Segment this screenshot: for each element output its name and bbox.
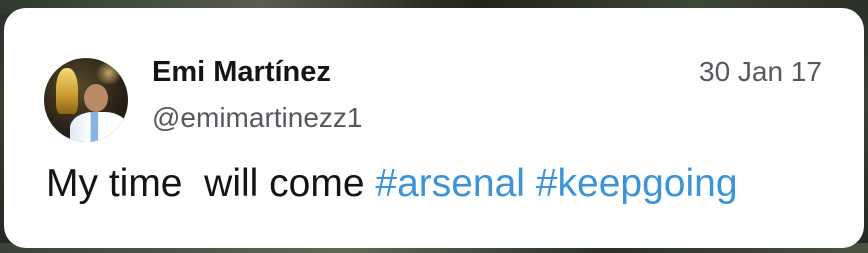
tweet-date[interactable]: 30 Jan 17 — [699, 56, 822, 88]
display-name[interactable]: Emi Martínez — [152, 56, 331, 89]
hashtag-keepgoing[interactable]: #keepgoing — [536, 162, 738, 205]
hashtag-separator — [525, 162, 536, 205]
hashtag-arsenal[interactable]: #arsenal — [375, 162, 525, 205]
user-handle[interactable]: @emimartinezz1 — [152, 102, 362, 134]
trophy-icon — [56, 68, 78, 114]
tweet-text: My time will come #arsenal #keepgoing — [46, 162, 738, 206]
avatar[interactable] — [44, 58, 128, 142]
tweet-body: My time will come — [46, 162, 376, 205]
avatar-glow — [94, 62, 124, 84]
avatar-shirt — [70, 112, 128, 142]
avatar-head — [84, 84, 108, 112]
tweet-card[interactable]: Emi Martínez @emimartinezz1 30 Jan 17 My… — [4, 8, 864, 248]
